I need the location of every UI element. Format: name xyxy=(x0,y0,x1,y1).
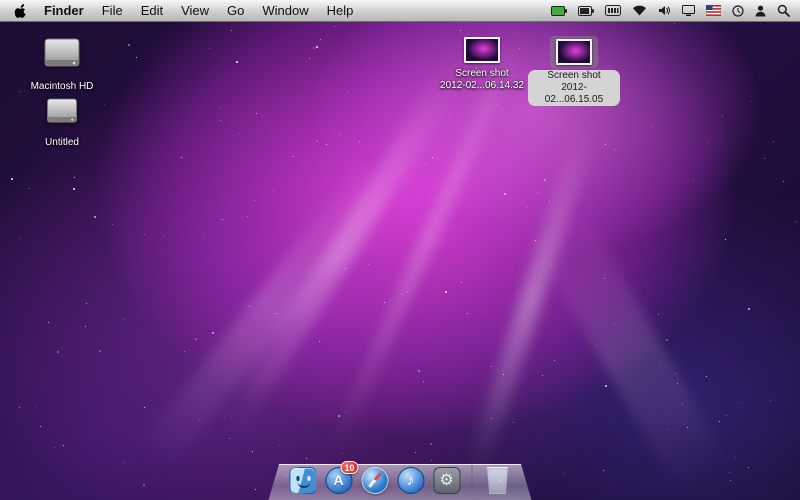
app-store-badge: 10 xyxy=(340,461,359,474)
desktop-icon-untitled[interactable]: Untitled xyxy=(16,92,108,149)
menu-file[interactable]: File xyxy=(93,0,132,21)
menu-help[interactable]: Help xyxy=(318,0,363,21)
aurora-ray xyxy=(137,147,403,473)
aurora-ray xyxy=(220,65,466,435)
dock-item-safari[interactable] xyxy=(361,466,389,494)
finder-icon xyxy=(289,466,316,494)
volume-icon[interactable] xyxy=(658,0,671,21)
battery-meter-icon[interactable] xyxy=(578,0,594,21)
wallpaper xyxy=(0,0,800,500)
starfield xyxy=(0,0,800,500)
desktop-icon-label: Screen shot 2012-02...06.15.05 xyxy=(528,70,620,106)
image-file-icon xyxy=(458,34,506,66)
desktop-icon-screenshot-2[interactable]: Screen shot 2012-02...06.15.05 xyxy=(528,36,620,106)
dock-items: A 10 ♪ ⚙ xyxy=(283,460,518,500)
desktop-icon-label: Screen shot 2012-02...06.14.32 xyxy=(440,68,524,91)
status-area xyxy=(551,0,800,21)
dock: A 10 ♪ ⚙ xyxy=(268,460,532,500)
wifi-icon[interactable] xyxy=(632,0,647,21)
system-preferences-icon: ⚙ xyxy=(433,466,460,494)
menu-go[interactable]: Go xyxy=(218,0,253,21)
drive-icon xyxy=(35,32,89,79)
menu-finder[interactable]: Finder xyxy=(35,0,93,21)
menu-edit[interactable]: Edit xyxy=(132,0,172,21)
dock-item-trash[interactable] xyxy=(484,466,512,494)
dock-separator xyxy=(471,460,473,490)
menu-window[interactable]: Window xyxy=(253,0,317,21)
dock-item-app-store[interactable]: A 10 xyxy=(325,461,359,494)
keyboard-flag-icon[interactable] xyxy=(706,0,721,21)
dock-item-system-preferences[interactable]: ⚙ xyxy=(433,466,461,494)
drive-icon xyxy=(38,92,86,135)
image-file-icon xyxy=(550,36,598,68)
safari-icon xyxy=(361,466,388,494)
itunes-icon: ♪ xyxy=(397,466,424,494)
menu-list: Finder File Edit View Go Window Help xyxy=(35,0,362,21)
display-icon[interactable] xyxy=(682,0,695,21)
user-icon[interactable] xyxy=(755,0,766,21)
aurora-ray xyxy=(464,125,598,475)
menu-bar: Finder File Edit View Go Window Help xyxy=(0,0,800,22)
menu-view[interactable]: View xyxy=(172,0,218,21)
clock-icon[interactable] xyxy=(732,0,744,21)
battery-charged-icon[interactable] xyxy=(551,0,567,21)
desktop-icon-macintosh-hd[interactable]: Macintosh HD xyxy=(16,32,108,93)
desktop-icon-screenshot-1[interactable]: Screen shot 2012-02...06.14.32 xyxy=(436,34,528,92)
apple-menu[interactable] xyxy=(0,0,35,21)
spotlight-icon[interactable] xyxy=(777,0,790,21)
aurora-ray xyxy=(529,205,731,495)
desktop: Finder File Edit View Go Window Help Mac… xyxy=(0,0,800,500)
trash-icon xyxy=(486,466,509,494)
apple-icon xyxy=(14,4,26,18)
dock-item-itunes[interactable]: ♪ xyxy=(397,466,425,494)
indicator-box-icon[interactable] xyxy=(605,0,621,21)
dock-item-finder[interactable] xyxy=(289,466,317,494)
desktop-icon-label: Untitled xyxy=(45,137,79,148)
